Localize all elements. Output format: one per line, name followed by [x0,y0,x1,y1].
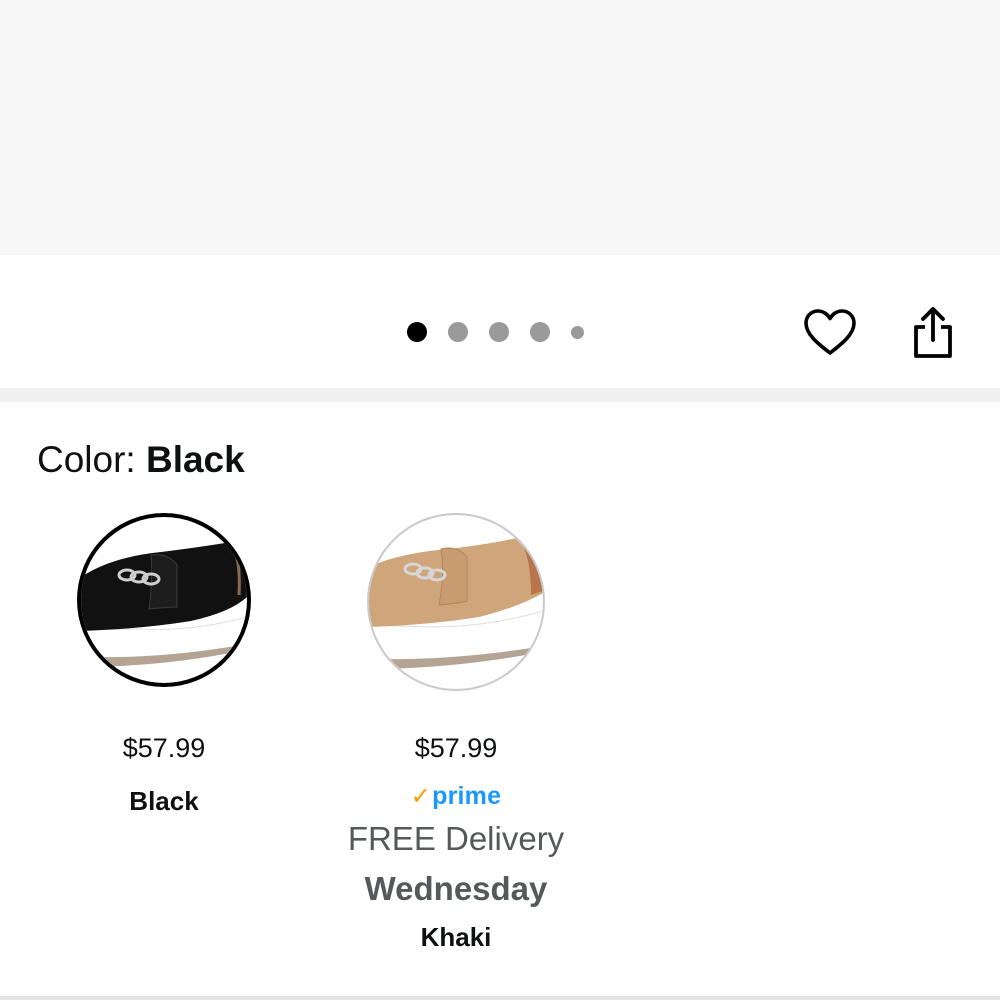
prime-check-icon: ✓ [410,782,432,810]
swatch-image-black[interactable] [77,513,251,687]
carousel-dot-3[interactable] [489,322,509,342]
prime-label: prime [432,781,502,810]
section-divider [0,388,1000,402]
swatch-price-black: $57.99 [122,733,206,763]
color-swatch-black[interactable]: $57.99 Black [14,513,314,817]
add-to-wishlist-button[interactable] [800,303,860,363]
carousel-page-indicator [407,321,605,343]
share-button[interactable] [903,302,963,364]
selected-color-value: Black [145,439,245,480]
prime-badge: ✓ prime [306,781,606,811]
bottom-divider [0,996,1000,1000]
color-swatch-khaki[interactable]: $57.99 ✓ prime FREE Delivery Wednesday Kh… [306,513,606,953]
share-icon [914,307,952,358]
product-image-carousel[interactable] [0,0,1000,255]
carousel-dot-2[interactable] [448,322,468,342]
swatch-name-khaki: Khaki [420,922,492,952]
swatch-image-khaki[interactable] [367,513,545,691]
delivery-day: Wednesday [364,870,548,907]
swatch-price-khaki: $57.99 [414,733,498,763]
color-label: Color: [37,439,146,480]
color-selection-heading: Color: Black [37,437,245,483]
carousel-dot-1[interactable] [407,322,427,342]
heart-outline-icon [804,309,856,355]
khaki-loafer-image [369,535,543,669]
delivery-info: FREE Delivery [347,820,565,857]
carousel-dot-5[interactable] [571,325,584,339]
carousel-dot-4[interactable] [530,322,550,342]
product-page: Color: Black $57.99 Black $57.99 ✓ prime… [0,0,1000,1000]
swatch-name-black: Black [129,786,199,816]
black-loafer-image [81,542,247,667]
